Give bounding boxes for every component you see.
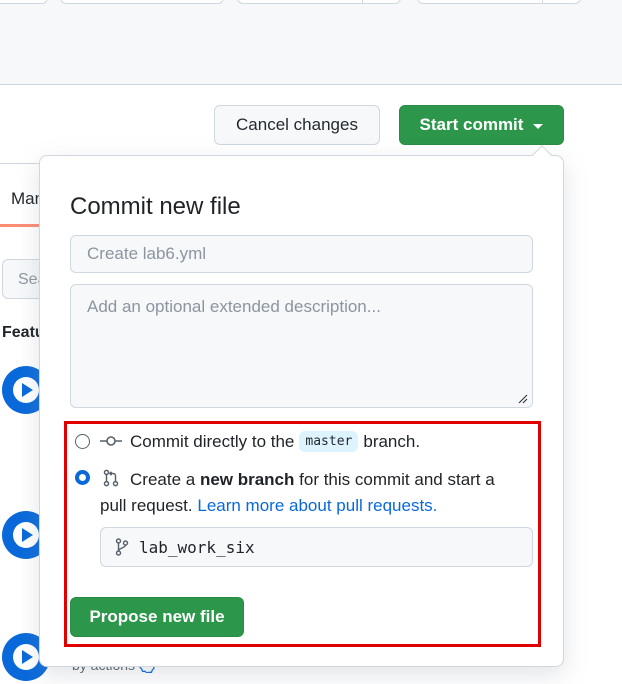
- caret-down-icon: [533, 123, 544, 129]
- branch-name-code: master: [299, 431, 359, 452]
- toolbar-button[interactable]: [60, 0, 224, 4]
- create-branch-prefix: Create a: [130, 470, 196, 489]
- git-pull-request-icon: [103, 469, 119, 487]
- commit-direct-suffix: branch.: [363, 431, 421, 451]
- commit-direct-radio[interactable]: [75, 434, 90, 449]
- create-branch-radio[interactable]: [75, 470, 90, 485]
- create-branch-suffix: for this commit and start a: [299, 470, 495, 489]
- toolbar-button[interactable]: [417, 0, 581, 4]
- toolbar-button[interactable]: [0, 0, 48, 4]
- propose-new-file-button[interactable]: Propose new file: [70, 597, 244, 637]
- branch-name-input[interactable]: lab_work_six: [100, 527, 533, 567]
- branch-name-value: lab_work_six: [139, 537, 255, 557]
- git-commit-icon: [100, 436, 122, 446]
- commit-description-textarea[interactable]: [70, 284, 533, 408]
- top-toolbar-area: [0, 0, 622, 85]
- git-branch-icon: [115, 538, 129, 556]
- background-panel: [0, 163, 40, 684]
- create-branch-label[interactable]: Create a new branch for this commit and …: [130, 467, 540, 493]
- tab-active-indicator: [0, 224, 40, 227]
- new-branch-bold: new branch: [199, 470, 295, 489]
- start-commit-button[interactable]: Start commit: [399, 105, 564, 145]
- commit-direct-prefix: Commit directly to the: [130, 431, 295, 451]
- toolbar-button[interactable]: [237, 0, 401, 4]
- start-commit-label: Start commit: [419, 115, 524, 134]
- create-branch-label-line2: pull request. Learn more about pull requ…: [100, 493, 437, 519]
- learn-more-link[interactable]: Learn more about pull requests.: [197, 496, 437, 515]
- commit-direct-label[interactable]: Commit directly to the master branch.: [130, 431, 420, 452]
- cancel-changes-button[interactable]: Cancel changes: [214, 105, 380, 145]
- commit-summary-input[interactable]: [70, 235, 533, 273]
- pull-request-text: pull request.: [100, 496, 193, 515]
- commit-dialog-title: Commit new file: [70, 193, 241, 220]
- resize-handle-icon[interactable]: [518, 394, 528, 404]
